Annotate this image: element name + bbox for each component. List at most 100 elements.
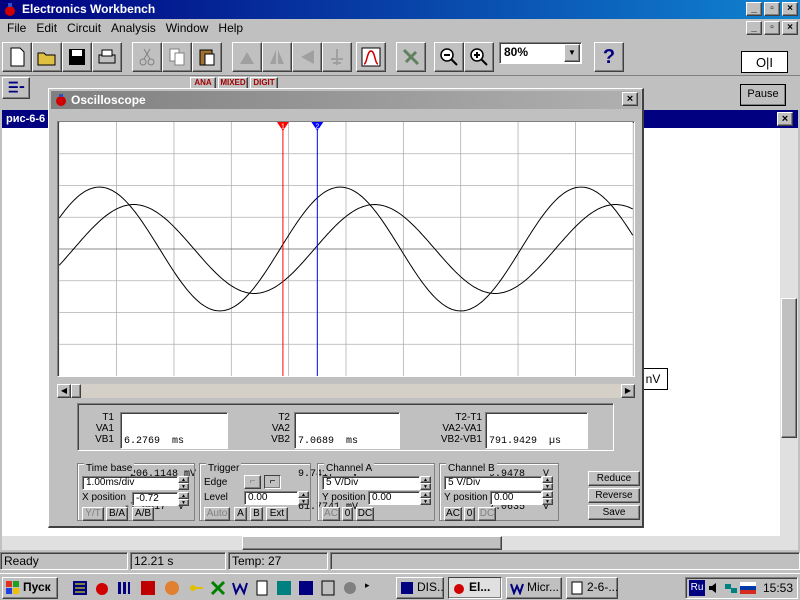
cut-button[interactable] [132, 42, 162, 72]
quicklaunch-icon-3[interactable] [116, 580, 132, 596]
excel-icon[interactable] [210, 580, 226, 596]
power-switch[interactable]: O|I [741, 51, 788, 73]
x-position-spinner[interactable]: -0.72 ▲ ▼ [132, 492, 189, 506]
circuit-horizontal-scrollbar[interactable] [2, 536, 780, 550]
task-word[interactable]: Micr... [506, 577, 562, 599]
circuit-hscroll-thumb[interactable] [242, 536, 502, 550]
spin-down-icon[interactable]: ▼ [298, 498, 309, 505]
print-button[interactable] [92, 42, 122, 72]
trigger-level-spinner[interactable]: 0.00 ▲ ▼ [244, 491, 309, 505]
spin-down-icon[interactable]: ▼ [178, 483, 189, 490]
circuit-scroll-thumb[interactable] [781, 298, 797, 438]
reduce-button[interactable]: Reduce [588, 471, 640, 486]
spin-down-icon[interactable]: ▼ [542, 498, 553, 505]
reverse-button[interactable]: Reverse [588, 488, 640, 503]
channel-b-zero-button[interactable]: 0 [464, 507, 475, 521]
close-button[interactable]: × [782, 2, 798, 16]
menu-analysis[interactable]: Analysis [106, 20, 161, 37]
menu-file[interactable]: File [2, 20, 31, 37]
mdi-close-button[interactable]: × [782, 21, 798, 35]
channel-a-scale-spinner[interactable]: 5 V/Div ▲ ▼ [322, 476, 431, 490]
menu-help[interactable]: Help [213, 20, 248, 37]
start-button[interactable]: Пуск [2, 577, 58, 599]
channel-a-ac-button[interactable]: AC [322, 507, 340, 521]
volume-icon[interactable] [708, 581, 722, 595]
falling-edge-button[interactable]: ⌐ [264, 475, 281, 489]
copy-button[interactable] [162, 42, 192, 72]
trigger-a-button[interactable]: A [234, 507, 247, 521]
spin-down-icon[interactable]: ▼ [420, 498, 431, 505]
spin-up-icon[interactable]: ▲ [542, 491, 553, 498]
channel-b-ac-button[interactable]: AC [444, 507, 462, 521]
zoom-out-button[interactable] [434, 42, 464, 72]
rising-edge-button[interactable]: ⌐ [244, 475, 261, 489]
document-icon[interactable] [254, 580, 270, 596]
trigger-auto-button[interactable]: Auto [204, 507, 230, 521]
quicklaunch-icon-2[interactable] [94, 580, 110, 596]
time-base-spinner[interactable]: 1.00ms/div ▲ ▼ [82, 476, 189, 490]
key-icon[interactable] [188, 580, 204, 596]
quicklaunch-icon-1[interactable] [72, 580, 88, 596]
quicklaunch-icon-4[interactable] [140, 580, 156, 596]
spin-down-icon[interactable]: ▼ [178, 499, 189, 506]
save-button[interactable] [62, 42, 92, 72]
channel-b-dc-button[interactable]: DC [478, 507, 496, 521]
mdi-minimize-button[interactable]: _ [746, 21, 762, 35]
open-button[interactable] [32, 42, 62, 72]
spin-down-icon[interactable]: ▼ [420, 483, 431, 490]
quicklaunch-icon-11[interactable] [298, 580, 314, 596]
scroll-right-arrow[interactable]: ▶ [621, 384, 635, 398]
component-properties-button[interactable] [322, 42, 352, 72]
task-doc[interactable]: 2-6-... [566, 577, 618, 599]
rotate-button[interactable] [232, 42, 262, 72]
parts-bin-toggle[interactable] [2, 77, 30, 99]
paste-button[interactable] [192, 42, 222, 72]
language-indicator[interactable]: Ru [689, 580, 705, 596]
oscilloscope-horizontal-scrollbar[interactable]: ◀ ▶ [57, 384, 635, 398]
help-button[interactable]: ? [594, 42, 624, 72]
mode-ab-button[interactable]: A/B [132, 507, 154, 521]
quicklaunch-icon-5[interactable] [164, 580, 180, 596]
circuit-close-button[interactable]: × [777, 112, 793, 126]
analysis-graphs-button[interactable] [356, 42, 386, 72]
spin-up-icon[interactable]: ▲ [542, 476, 553, 483]
quicklaunch-icon-10[interactable] [276, 580, 292, 596]
spin-up-icon[interactable]: ▲ [178, 492, 189, 499]
menu-circuit[interactable]: Circuit [62, 20, 106, 37]
quicklaunch-icon-13[interactable] [342, 580, 358, 596]
mode-yt-button[interactable]: Y/T [82, 507, 104, 521]
spin-up-icon[interactable]: ▲ [420, 491, 431, 498]
subcircuit-button[interactable] [396, 42, 426, 72]
menu-window[interactable]: Window [161, 20, 214, 37]
word-icon[interactable] [232, 580, 248, 596]
zoom-select[interactable]: 80% ▼ [499, 42, 582, 64]
channel-a-dc-button[interactable]: DC [356, 507, 374, 521]
spin-up-icon[interactable]: ▲ [298, 491, 309, 498]
flip-horizontal-button[interactable] [262, 42, 292, 72]
channel-b-scale-spinner[interactable]: 5 V/Div ▲ ▼ [444, 476, 553, 490]
quicklaunch-more-icon[interactable]: ▸ [365, 580, 370, 591]
circuit-vertical-scrollbar[interactable] [780, 128, 798, 550]
spin-up-icon[interactable]: ▲ [420, 476, 431, 483]
task-workbench[interactable]: El... [448, 577, 502, 599]
task-dis[interactable]: DIS... [396, 577, 444, 599]
trigger-b-button[interactable]: B [250, 507, 263, 521]
maximize-button[interactable]: ▫ [764, 2, 780, 16]
new-button[interactable] [2, 42, 32, 72]
mdi-restore-button[interactable]: ▫ [764, 21, 780, 35]
oscilloscope-close-button[interactable]: × [622, 92, 638, 106]
osc-scroll-thumb[interactable] [71, 384, 81, 398]
network-icon[interactable] [724, 581, 738, 595]
channel-b-y-position-spinner[interactable]: 0.00 ▲ ▼ [490, 491, 553, 505]
trigger-ext-button[interactable]: Ext [266, 507, 288, 521]
chevron-down-icon[interactable]: ▼ [564, 44, 580, 62]
scroll-left-arrow[interactable]: ◀ [57, 384, 71, 398]
menu-edit[interactable]: Edit [31, 20, 62, 37]
calculator-icon[interactable] [320, 580, 336, 596]
channel-a-zero-button[interactable]: 0 [342, 507, 353, 521]
mode-ba-button[interactable]: B/A [106, 507, 128, 521]
minimize-button[interactable]: _ [746, 2, 762, 16]
channel-a-y-position-spinner[interactable]: 0.00 ▲ ▼ [368, 491, 431, 505]
spin-up-icon[interactable]: ▲ [178, 476, 189, 483]
oscilloscope-screen[interactable]: 12 [57, 121, 635, 377]
